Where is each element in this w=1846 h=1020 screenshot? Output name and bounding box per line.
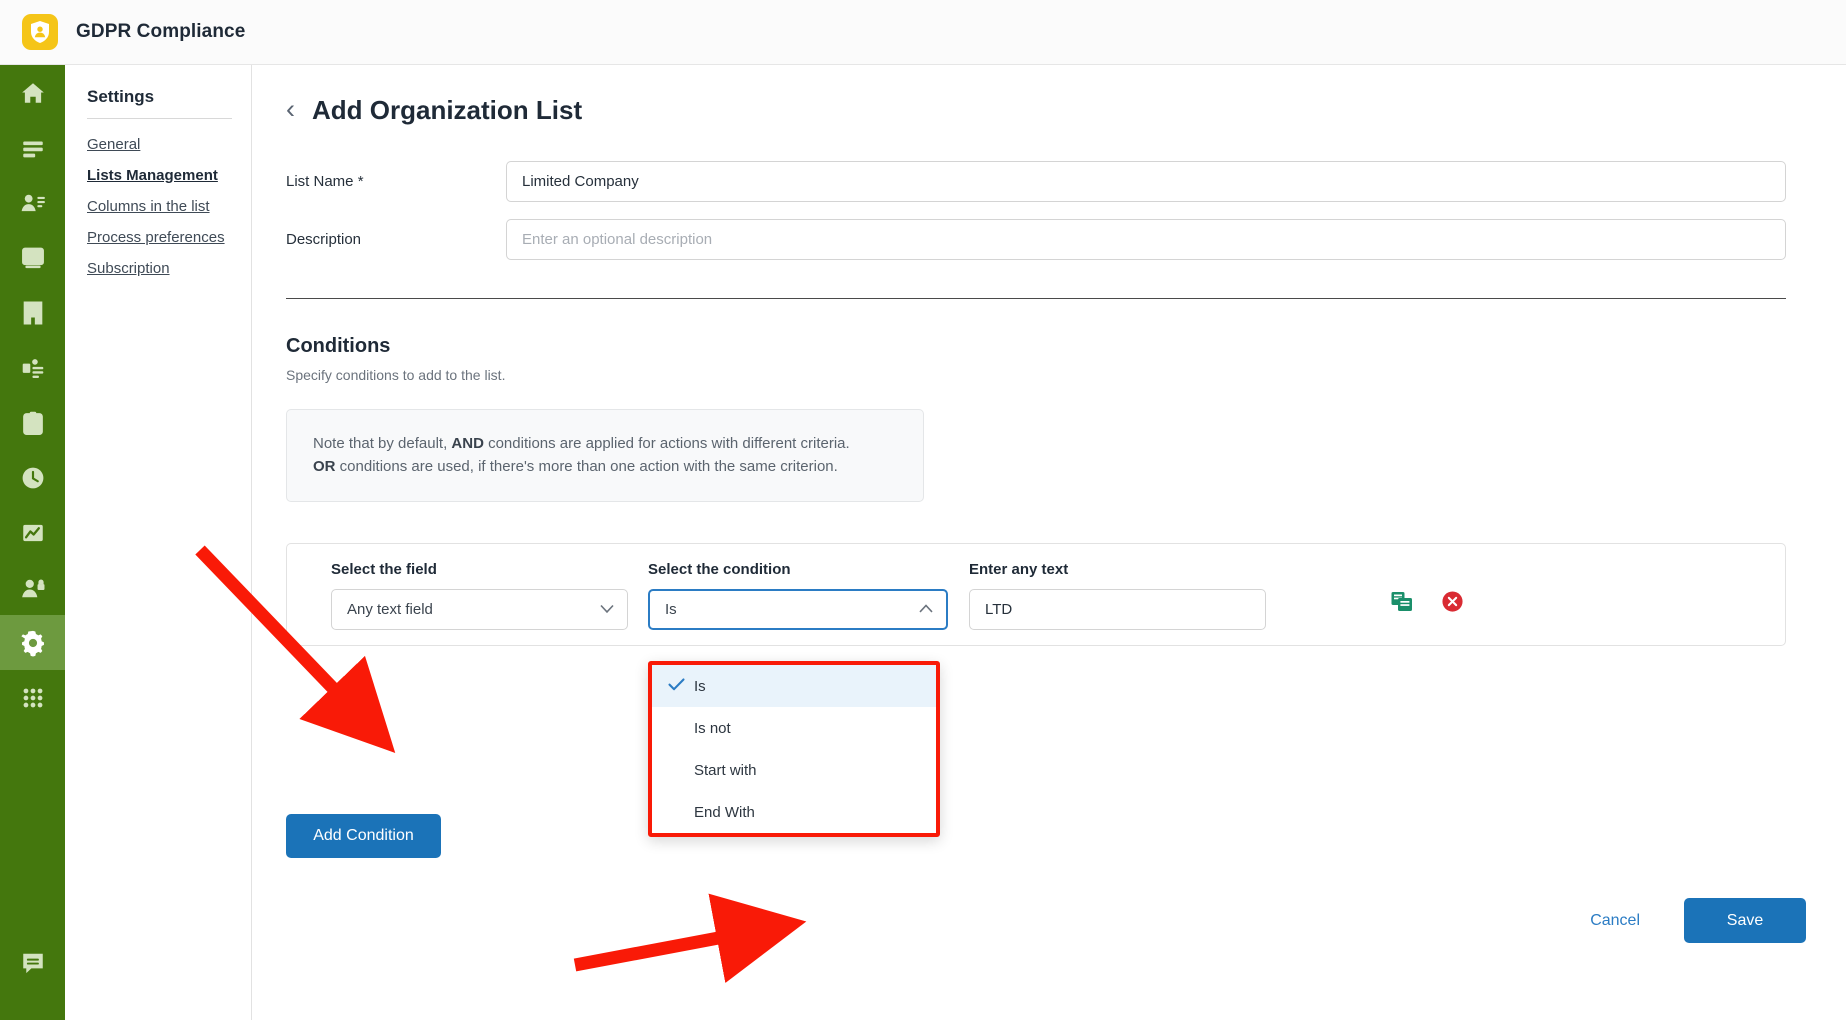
- note-line-2: OR conditions are used, if there's more …: [313, 455, 897, 478]
- dropdown-option-label: Start with: [694, 761, 757, 779]
- select-field-label: Select the field: [331, 560, 437, 578]
- condition-options-dropdown: Is Is not Start with End With: [648, 661, 940, 837]
- condition-row: Select the field Any text field Select t…: [286, 542, 1786, 646]
- select-condition-dropdown[interactable]: Is: [648, 588, 948, 630]
- subnav-item-process-preferences[interactable]: Process preferences: [87, 229, 251, 246]
- shield-person-icon: [22, 14, 58, 50]
- section-divider: [286, 298, 1786, 299]
- condition-text-input[interactable]: [969, 588, 1266, 630]
- conditions-subtitle: Specify conditions to add to the list.: [286, 367, 506, 383]
- conditions-title: Conditions: [286, 335, 391, 357]
- condition-row-actions: [1390, 590, 1464, 619]
- duplicate-icon[interactable]: [1390, 590, 1414, 619]
- dropdown-option-is-not[interactable]: Is not: [652, 707, 936, 749]
- top-bar: GDPR Compliance: [0, 0, 1846, 65]
- select-condition-label: Select the condition: [648, 560, 791, 578]
- list-name-label: List Name *: [286, 173, 364, 190]
- note-and-keyword: AND: [451, 435, 484, 452]
- sidebar-rail: [0, 65, 65, 1020]
- sidebar-item-database[interactable]: [0, 230, 65, 285]
- dropdown-option-label: End With: [694, 803, 755, 821]
- sidebar-item-reports[interactable]: [0, 505, 65, 560]
- subnav-item-columns-in-the-list[interactable]: Columns in the list: [87, 198, 251, 215]
- condition-operator-group: Select the condition Is: [648, 561, 948, 630]
- chevron-down-icon: [600, 601, 614, 618]
- note-line1-post: conditions are applied for actions with …: [483, 435, 850, 452]
- select-field-value: Any text field: [347, 600, 433, 618]
- dropdown-option-label: Is: [694, 677, 706, 695]
- sidebar-item-organization[interactable]: [0, 285, 65, 340]
- sidebar-item-flow[interactable]: [0, 340, 65, 395]
- select-condition-value: Is: [665, 600, 677, 618]
- save-button[interactable]: Save: [1684, 898, 1806, 943]
- subnav-item-general[interactable]: General: [87, 136, 251, 153]
- description-label: Description: [286, 231, 362, 248]
- sidebar-item-apps[interactable]: [0, 670, 65, 725]
- chevron-up-icon: [919, 601, 933, 618]
- cancel-button[interactable]: Cancel: [1582, 912, 1648, 930]
- page-title: Add Organization List: [312, 95, 583, 125]
- note-line-1: Note that by default, AND conditions are…: [313, 432, 897, 455]
- description-input[interactable]: [506, 219, 1786, 260]
- subnav-item-lists-management[interactable]: Lists Management: [87, 167, 251, 184]
- note-line1-pre: Note that by default,: [313, 435, 452, 452]
- main-content: ‹ Add Organization List List Name * Desc…: [252, 65, 1846, 1020]
- add-condition-button[interactable]: Add Condition: [286, 814, 441, 858]
- sidebar-item-settings[interactable]: [0, 615, 65, 670]
- settings-subnav: Settings General Lists Management Column…: [65, 65, 252, 1020]
- select-field-dropdown[interactable]: Any text field: [331, 588, 628, 630]
- app-window: GDPR Compliance Settings General Lists M…: [0, 0, 1846, 1020]
- dropdown-option-label: Is not: [694, 719, 731, 737]
- list-name-input[interactable]: [506, 161, 1786, 202]
- enter-any-text-label: Enter any text: [969, 560, 1069, 578]
- sidebar-item-home[interactable]: [0, 65, 65, 120]
- sidebar-item-access[interactable]: [0, 560, 65, 615]
- sidebar-item-records[interactable]: [0, 395, 65, 450]
- dropdown-option-start-with[interactable]: Start with: [652, 749, 936, 791]
- dropdown-option-is[interactable]: Is: [652, 665, 936, 707]
- delete-circle-icon[interactable]: [1441, 590, 1464, 618]
- note-or-keyword: OR: [313, 458, 336, 476]
- rail-spacer: [0, 725, 65, 820]
- app-title: GDPR Compliance: [76, 21, 246, 42]
- page-header: ‹ Add Organization List: [286, 95, 1806, 126]
- sidebar-item-chat[interactable]: [0, 935, 65, 990]
- subnav-title: Settings: [87, 87, 232, 119]
- sidebar-item-lines[interactable]: [0, 120, 65, 175]
- subnav-list: General Lists Management Columns in the …: [87, 136, 251, 277]
- footer-actions: Cancel Save: [1582, 898, 1806, 943]
- form-row-description: Description: [286, 219, 1806, 260]
- check-icon: [668, 676, 694, 696]
- subnav-item-subscription[interactable]: Subscription: [87, 260, 251, 277]
- form-row-list-name: List Name *: [286, 161, 1806, 202]
- chevron-left-icon[interactable]: ‹: [286, 95, 295, 123]
- sidebar-item-contacts[interactable]: [0, 175, 65, 230]
- condition-text-group: Enter any text: [969, 561, 1266, 630]
- note-line2-post: conditions are used, if there's more tha…: [335, 458, 838, 476]
- sidebar-item-clock[interactable]: [0, 450, 65, 505]
- condition-field-group: Select the field Any text field: [331, 561, 628, 630]
- dropdown-option-end-with[interactable]: End With: [652, 791, 936, 833]
- conditions-note: Note that by default, AND conditions are…: [286, 409, 924, 502]
- list-form: List Name * Description: [286, 161, 1806, 260]
